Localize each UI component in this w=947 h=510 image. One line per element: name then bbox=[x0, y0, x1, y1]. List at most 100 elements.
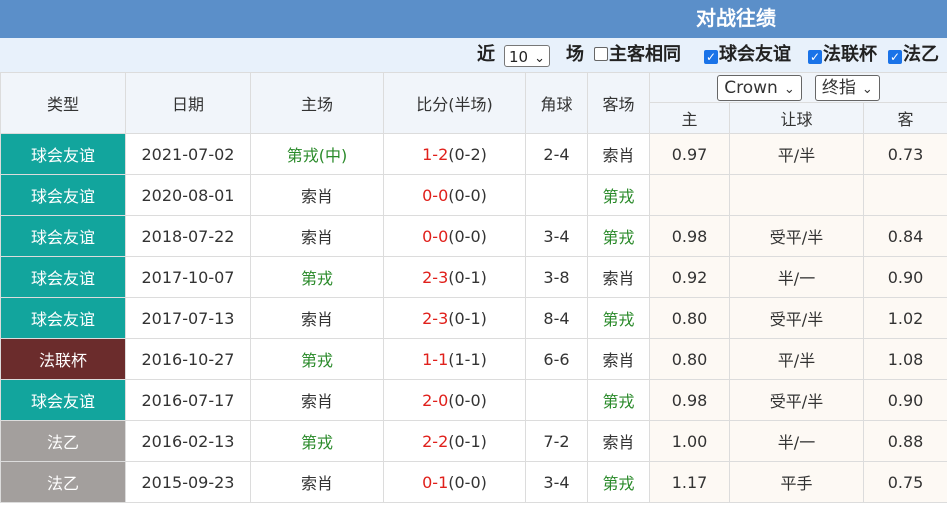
table-row[interactable]: 球会友谊 2020-08-01 索肖 0-0(0-0) 第戎 bbox=[0, 174, 947, 216]
odds-home-value: 1.17 bbox=[649, 461, 730, 503]
count-unit-label: 场 bbox=[566, 44, 584, 65]
away-team[interactable]: 索肖 bbox=[587, 338, 650, 380]
match-score[interactable]: 0-0(0-0) bbox=[383, 215, 526, 257]
half-time-score: (0-1) bbox=[448, 308, 487, 328]
corner-count: 3-8 bbox=[525, 256, 588, 298]
table-row[interactable]: 球会友谊 2021-07-02 第戎(中) 1-2(0-2) 2-4 索肖 0.97 平/半 0… bbox=[0, 133, 947, 175]
half-time-score: (0-0) bbox=[448, 226, 487, 246]
match-type-badge[interactable]: 球会友谊 bbox=[0, 297, 126, 339]
match-type-badge[interactable]: 法联杯 bbox=[0, 338, 126, 380]
odds-type-select[interactable]: 终指 ⌄ bbox=[814, 74, 880, 101]
table-row[interactable]: 法联杯 2016-10-27 第戎 1-1(1-1) 6-6 索肖 0.80 平/半 1.08 bbox=[0, 338, 947, 380]
handicap-value: 受平/半 bbox=[729, 215, 864, 257]
checkbox-checked-icon[interactable]: ✓ bbox=[888, 50, 902, 64]
handicap-value: 受平/半 bbox=[729, 379, 864, 421]
odds-selectors: Crown ⌄ 终指 ⌄ bbox=[648, 72, 947, 103]
half-time-score: (0-1) bbox=[448, 431, 487, 451]
corner-count: 3-4 bbox=[525, 461, 588, 503]
header-bar: 对战往绩 bbox=[0, 0, 947, 38]
table-row[interactable]: 法乙 2016-02-13 第戎 2-2(0-1) 7-2 索肖 1.00 半/一 0.88 bbox=[0, 420, 947, 462]
corner-count: 3-4 bbox=[525, 215, 588, 257]
match-date: 2016-02-13 bbox=[125, 420, 251, 462]
away-team[interactable]: 第戎 bbox=[587, 215, 650, 257]
table-row[interactable]: 球会友谊 2016-07-17 索肖 2-0(0-0) 第戎 0.98 受平/半 0.90 bbox=[0, 379, 947, 421]
match-count-select[interactable]: 10 ⌄ bbox=[504, 45, 550, 67]
corner-count: 7-2 bbox=[525, 420, 588, 462]
handicap-value: 半/一 bbox=[729, 256, 864, 298]
full-time-score: 2-3 bbox=[422, 308, 449, 328]
odds-home-value: 0.92 bbox=[649, 256, 730, 298]
match-score[interactable]: 0-0(0-0) bbox=[383, 174, 526, 216]
away-team[interactable]: 索肖 bbox=[587, 420, 650, 462]
home-team[interactable]: 索肖 bbox=[250, 174, 384, 216]
full-time-score: 2-2 bbox=[422, 431, 449, 451]
odds-away-value: 0.88 bbox=[862, 420, 947, 462]
handicap-value: 平/半 bbox=[729, 133, 864, 175]
odds-away-value: 0.73 bbox=[862, 133, 947, 175]
filter-league-cup[interactable]: ✓ 法联杯 bbox=[808, 44, 877, 66]
half-time-score: (1-1) bbox=[448, 349, 487, 369]
odds-away-value: 0.84 bbox=[862, 215, 947, 257]
col-corner: 角球 bbox=[525, 72, 588, 134]
odds-home-value: 1.00 bbox=[649, 420, 730, 462]
home-team[interactable]: 索肖 bbox=[250, 297, 384, 339]
home-team[interactable]: 第戎 bbox=[250, 338, 384, 380]
match-date: 2016-10-27 bbox=[125, 338, 251, 380]
home-team[interactable]: 第戎 bbox=[250, 256, 384, 298]
home-team[interactable]: 索肖 bbox=[250, 461, 384, 503]
table-row[interactable]: 法乙 2015-09-23 索肖 0-1(0-0) 3-4 第戎 1.17 平手 0.75 bbox=[0, 461, 947, 503]
away-team[interactable]: 第戎 bbox=[587, 297, 650, 339]
away-team[interactable]: 第戎 bbox=[587, 461, 650, 503]
handicap-value: 平手 bbox=[729, 461, 864, 503]
home-team[interactable]: 第戎(中) bbox=[250, 133, 384, 175]
match-score[interactable]: 2-3(0-1) bbox=[383, 256, 526, 298]
home-team[interactable]: 第戎 bbox=[250, 420, 384, 462]
match-type-badge[interactable]: 球会友谊 bbox=[0, 215, 126, 257]
match-type-badge[interactable]: 法乙 bbox=[0, 461, 126, 503]
corner-count bbox=[525, 379, 588, 421]
filter-club-friendly[interactable]: ✓ 球会友谊 bbox=[704, 44, 791, 66]
odds-home-value: 0.98 bbox=[649, 379, 730, 421]
checkbox-checked-icon[interactable]: ✓ bbox=[808, 50, 822, 64]
checkbox-checked-icon[interactable]: ✓ bbox=[704, 50, 718, 64]
home-team[interactable]: 索肖 bbox=[250, 215, 384, 257]
match-type-badge[interactable]: 法乙 bbox=[0, 420, 126, 462]
match-score[interactable]: 2-0(0-0) bbox=[383, 379, 526, 421]
table-row[interactable]: 球会友谊 2017-07-13 索肖 2-3(0-1) 8-4 第戎 0.80 受平/半 1.0… bbox=[0, 297, 947, 339]
col-away: 客场 bbox=[587, 72, 650, 134]
page-title: 对战往绩 bbox=[696, 6, 776, 30]
match-type-badge[interactable]: 球会友谊 bbox=[0, 133, 126, 175]
handicap-value: 受平/半 bbox=[729, 297, 864, 339]
match-type-badge[interactable]: 球会友谊 bbox=[0, 174, 126, 216]
full-time-score: 2-3 bbox=[422, 267, 449, 287]
full-time-score: 1-1 bbox=[422, 349, 449, 369]
match-score[interactable]: 2-3(0-1) bbox=[383, 297, 526, 339]
odds-home-value: 0.97 bbox=[649, 133, 730, 175]
away-team[interactable]: 第戎 bbox=[587, 379, 650, 421]
table-row[interactable]: 球会友谊 2018-07-22 索肖 0-0(0-0) 3-4 第戎 0.98 受平/半 0.8… bbox=[0, 215, 947, 257]
match-score[interactable]: 1-1(1-1) bbox=[383, 338, 526, 380]
half-time-score: (0-1) bbox=[448, 267, 487, 287]
match-date: 2015-09-23 bbox=[125, 461, 251, 503]
match-date: 2020-08-01 bbox=[125, 174, 251, 216]
home-team[interactable]: 索肖 bbox=[250, 379, 384, 421]
col-home: 主场 bbox=[250, 72, 384, 134]
match-score[interactable]: 2-2(0-1) bbox=[383, 420, 526, 462]
match-score[interactable]: 0-1(0-0) bbox=[383, 461, 526, 503]
match-type-badge[interactable]: 球会友谊 bbox=[0, 256, 126, 298]
away-team[interactable]: 第戎 bbox=[587, 174, 650, 216]
match-type-badge[interactable]: 球会友谊 bbox=[0, 379, 126, 421]
col-odds-handicap: 让球 bbox=[729, 102, 864, 134]
full-time-score: 0-0 bbox=[422, 185, 449, 205]
filter-same-venue[interactable]: 主客相同 bbox=[594, 44, 681, 66]
away-team[interactable]: 索肖 bbox=[587, 256, 650, 298]
away-team[interactable]: 索肖 bbox=[587, 133, 650, 175]
checkbox-icon[interactable] bbox=[594, 47, 608, 61]
filter-ligue2[interactable]: ✓ 法乙 bbox=[888, 44, 939, 66]
odds-home-value: 0.80 bbox=[649, 338, 730, 380]
company-select[interactable]: Crown ⌄ bbox=[717, 74, 802, 101]
table-row[interactable]: 球会友谊 2017-10-07 第戎 2-3(0-1) 3-8 索肖 0.92 半/一 0.90 bbox=[0, 256, 947, 298]
half-time-score: (0-0) bbox=[448, 185, 487, 205]
match-score[interactable]: 1-2(0-2) bbox=[383, 133, 526, 175]
corner-count: 8-4 bbox=[525, 297, 588, 339]
